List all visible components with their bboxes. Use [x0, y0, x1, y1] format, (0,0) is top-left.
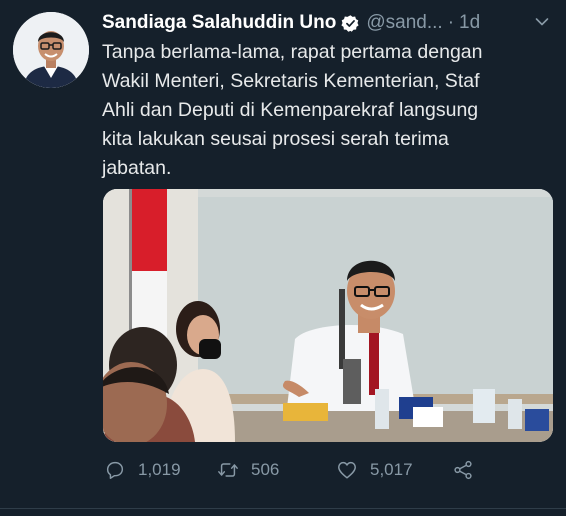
like-button[interactable]: 5,017 — [336, 456, 413, 484]
share-icon — [454, 460, 472, 480]
reply-count: 1,019 — [138, 460, 181, 479]
retweet-count: 506 — [251, 460, 280, 479]
verified-badge-icon — [341, 14, 359, 32]
avatar[interactable] — [13, 12, 89, 88]
reply-button[interactable]: 1,019 — [104, 456, 181, 484]
tweet-actions: 1,019 506 5,017 — [104, 456, 544, 484]
tweet-text: Tanpa berlama-lama, rapat pertama dengan… — [102, 38, 552, 183]
divider — [0, 508, 566, 509]
display-name[interactable]: Sandiaga Salahuddin Uno — [102, 12, 336, 34]
separator-dot: · — [447, 12, 455, 33]
share-button[interactable] — [452, 456, 474, 484]
tweet-photo[interactable] — [103, 189, 553, 442]
chevron-down-icon[interactable] — [534, 14, 550, 30]
tweet[interactable]: Sandiaga Salahuddin Uno @sand... · 1d Ta… — [0, 0, 566, 516]
avatar-image — [13, 12, 89, 88]
meeting-photo — [103, 189, 553, 442]
tweet-text-line: kita lakukan seusai prosesi serah terima — [102, 128, 449, 150]
reply-icon — [106, 461, 124, 479]
tweet-text-line: jabatan. — [102, 157, 172, 179]
like-count: 5,017 — [370, 460, 413, 479]
timestamp[interactable]: 1d — [459, 12, 480, 34]
retweet-icon — [218, 463, 238, 477]
heart-icon — [338, 461, 356, 479]
tweet-text-line: Tanpa berlama-lama, rapat pertama dengan — [102, 41, 483, 63]
tweet-text-line: Wakil Menteri, Sekretaris Kementerian, S… — [102, 70, 480, 92]
tweet-header: Sandiaga Salahuddin Uno @sand... · 1d — [102, 11, 552, 35]
tweet-text-line: Ahli dan Deputi di Kemenparekraf langsun… — [102, 99, 479, 121]
handle[interactable]: @sand... — [366, 12, 442, 34]
retweet-button[interactable]: 506 — [217, 456, 279, 484]
